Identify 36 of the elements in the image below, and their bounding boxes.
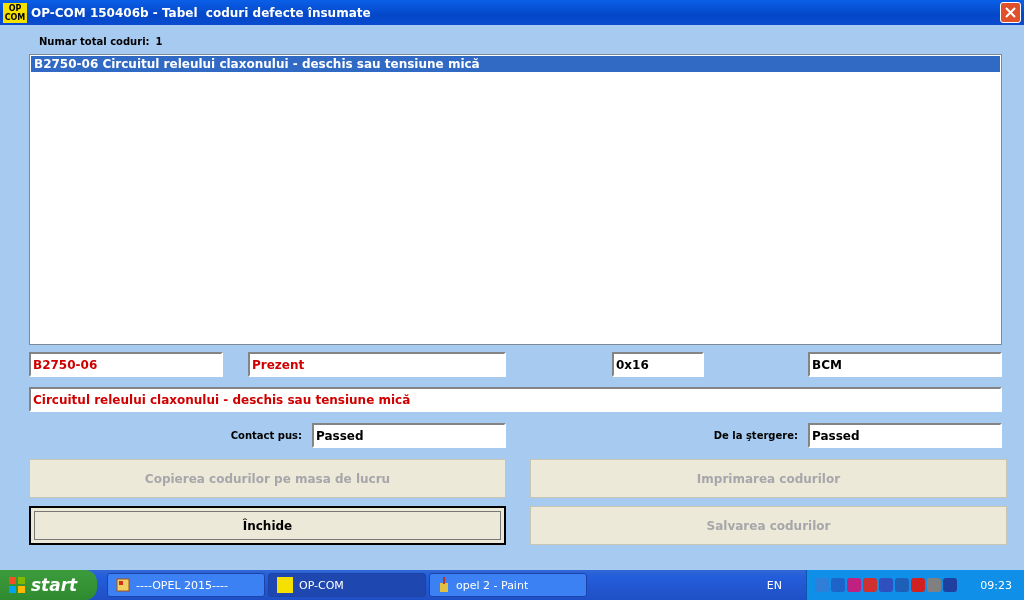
- tray-icon[interactable]: [895, 578, 909, 592]
- start-button[interactable]: start: [0, 570, 97, 600]
- tray-icon[interactable]: [879, 578, 893, 592]
- total-codes-value: 1: [155, 35, 163, 47]
- clock: 09:23: [980, 578, 1012, 592]
- app-icon: [277, 577, 293, 593]
- taskbar-button[interactable]: opel 2 - Paint: [429, 573, 587, 597]
- flag-icon: [8, 576, 26, 594]
- action-button[interactable]: Închide: [29, 506, 506, 545]
- tray-icon[interactable]: [831, 578, 845, 592]
- tray-icon[interactable]: [847, 578, 861, 592]
- module-field[interactable]: BCM: [808, 352, 1002, 377]
- fault-code-item[interactable]: B2750-06 Circuitul releului claxonului - deschis sau tensiune mică: [31, 56, 1000, 72]
- tray-icon[interactable]: [815, 578, 829, 592]
- tray-icon[interactable]: [943, 578, 957, 592]
- paint-brush-icon: [438, 577, 450, 593]
- window-icon: [116, 578, 130, 592]
- code-field[interactable]: B2750-06: [29, 352, 223, 377]
- contact-label: Contact pus:: [230, 430, 302, 441]
- total-codes-label: Numar total coduri:: [39, 35, 150, 47]
- tray-icon[interactable]: [863, 578, 877, 592]
- window-title: OP-COM 150406b - Tabel coduri defecte însumate: [31, 5, 372, 20]
- address-field[interactable]: 0x16: [612, 352, 704, 377]
- app-icon: OP COM: [3, 2, 27, 23]
- close-icon: [1005, 7, 1016, 18]
- description-field[interactable]: Circuitul releului claxonului - deschis sau tensiune mică: [29, 387, 1002, 412]
- taskbar-button[interactable]: ----OPEL 2015----: [107, 573, 265, 597]
- tray-icon[interactable]: [911, 578, 925, 592]
- status-field[interactable]: Prezent: [248, 352, 506, 377]
- language-indicator[interactable]: EN: [766, 578, 782, 592]
- contact-field[interactable]: Passed: [312, 423, 506, 448]
- clear-field[interactable]: Passed: [808, 423, 1002, 448]
- close-button[interactable]: [1000, 2, 1021, 23]
- tray-icon[interactable]: [927, 578, 941, 592]
- clear-label: De la ştergere:: [713, 430, 798, 441]
- taskbar-button[interactable]: OP-COM: [268, 573, 426, 597]
